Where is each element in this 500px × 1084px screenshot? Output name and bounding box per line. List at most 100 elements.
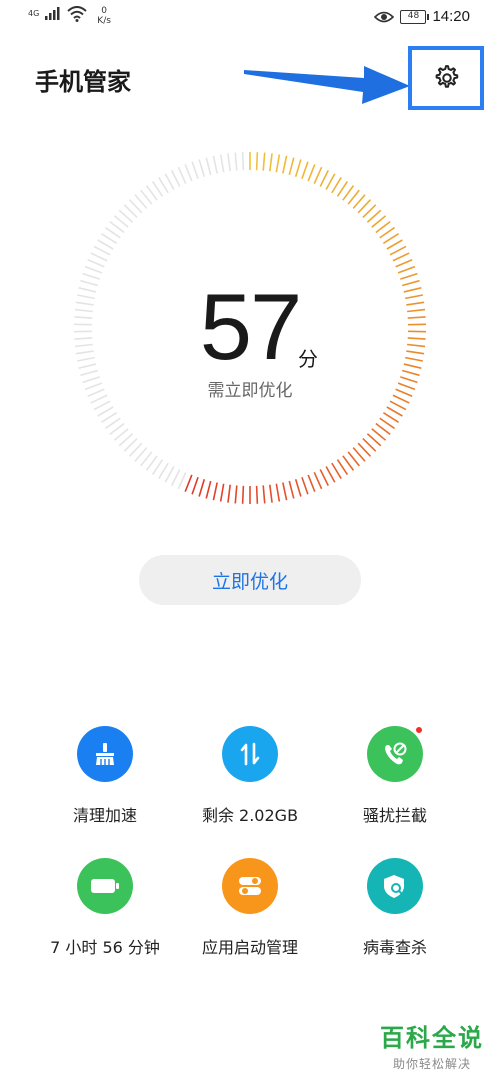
gauge-tick-filled <box>397 265 416 274</box>
status-bar: 4G 0 K/s 48 14:20 <box>0 0 500 36</box>
gauge-tick-track <box>184 164 193 182</box>
gauge-tick-track <box>140 451 153 467</box>
gauge-tick-filled <box>219 483 225 502</box>
feature-app-launch[interactable]: 应用启动管理 <box>175 858 325 958</box>
gauge-tick-filled <box>395 259 413 268</box>
battery-indicator: 48 <box>400 9 430 24</box>
gauge-tick-track <box>158 462 169 479</box>
feature-icon-bg <box>367 858 423 914</box>
gauge-tick-filled <box>375 220 391 234</box>
watermark-subtitle: 助你轻松解决 <box>392 1057 471 1071</box>
gauge-tick-filled <box>331 177 342 194</box>
feature-label: 骚扰拦截 <box>362 806 427 825</box>
gauge-tick-track <box>177 166 187 184</box>
broom-icon <box>96 743 114 765</box>
signal-icon <box>45 7 60 20</box>
feature-icon-bg <box>77 858 133 914</box>
shield-search-icon <box>384 875 404 898</box>
gauge-tick-filled <box>325 173 336 190</box>
gauge-tick-track <box>140 189 153 205</box>
feature-label: 应用启动管理 <box>201 938 298 957</box>
gauge-tick-track <box>97 406 114 417</box>
gauge-tick-filled <box>212 482 218 501</box>
feature-virus-scan[interactable]: 病毒查杀 <box>320 858 470 958</box>
gauge-tick-filled <box>382 411 400 423</box>
gauge-tick-filled <box>184 474 193 492</box>
gauge-tick-track <box>241 152 245 171</box>
app-launch-icon <box>239 877 261 895</box>
gauge-tick-track <box>82 272 100 280</box>
gauge-tick-filled <box>336 459 349 476</box>
watermark-logo: 百科全说 助你轻松解决 <box>372 1018 492 1072</box>
gauge-tick-track <box>90 252 108 262</box>
gauge-tick-filled <box>205 480 212 499</box>
page-title: 手机管家 <box>35 68 131 96</box>
feature-storage[interactable]: 剩余 2.02GB <box>175 726 325 826</box>
feature-label: 清理加速 <box>72 806 137 825</box>
gauge-tick-filled <box>307 164 316 182</box>
gauge-tick-filled <box>307 474 316 492</box>
gauge-tick-track <box>164 466 175 483</box>
optimize-now-button[interactable]: 立即优化 <box>139 555 361 605</box>
gauge-tick-filled <box>389 245 407 256</box>
watermark-title: 百科全说 <box>380 1024 484 1052</box>
gear-icon <box>435 65 459 88</box>
gauge-tick-filled <box>275 483 281 502</box>
gauge-tick-filled <box>191 476 199 495</box>
gauge-tick-filled <box>198 479 206 497</box>
score-unit: 分 <box>298 347 318 371</box>
gauge-tick-filled <box>392 252 410 262</box>
network-type: 4G <box>28 9 40 18</box>
gauge-tick-filled <box>275 154 281 173</box>
gauge-tick-filled <box>313 166 323 184</box>
data-transfer-icon <box>240 742 260 766</box>
score-value: 57 <box>199 274 303 379</box>
feature-harassment-block[interactable]: 骚扰拦截 <box>320 726 470 826</box>
score-status: 需立即优化 <box>207 381 293 401</box>
gauge-tick-track <box>93 245 111 256</box>
feature-icon-bg <box>222 726 278 782</box>
gauge-tick-filled <box>241 485 245 504</box>
settings-button[interactable] <box>408 46 484 110</box>
gauge-tick-filled <box>255 485 259 504</box>
annotation-arrow <box>244 66 410 104</box>
gauge-tick-filled <box>336 180 349 197</box>
gauge-tick-filled <box>375 422 391 436</box>
gauge-tick-filled <box>288 480 295 499</box>
gauge-tick-filled <box>331 462 342 479</box>
gauge-tick-track <box>87 259 105 268</box>
gauge-tick-filled <box>282 155 288 174</box>
notification-dot <box>415 726 423 734</box>
gauge-tick-track <box>151 180 164 197</box>
gauge-tick-track <box>151 459 164 476</box>
gauge-tick-track <box>212 155 218 174</box>
gauge-tick-filled <box>294 479 302 497</box>
gauge-tick-filled <box>294 159 302 177</box>
gauge-tick-filled <box>389 400 407 411</box>
gauge-tick-filled <box>313 472 323 490</box>
gauge-tick-track <box>84 265 103 274</box>
gauge-tick-track <box>234 152 238 171</box>
gauge-tick-track <box>105 226 121 239</box>
gauge-tick-track <box>105 417 121 430</box>
feature-battery[interactable]: 7 小时 56 分钟 <box>30 858 180 958</box>
gauge-tick-track <box>100 233 118 245</box>
gauge-tick-filled <box>319 169 329 187</box>
gauge-tick-filled <box>282 482 288 501</box>
gauge-tick-filled <box>301 161 309 180</box>
feature-clean-speedup[interactable]: 清理加速 <box>30 726 180 826</box>
gauge-tick-filled <box>227 484 231 503</box>
gauge-tick-track <box>109 422 125 436</box>
gauge-tick-track <box>198 159 206 177</box>
wifi-icon <box>67 6 87 22</box>
gauge-tick-filled <box>269 484 273 503</box>
gauge-tick-filled <box>255 152 259 171</box>
gauge-tick-track <box>145 455 158 471</box>
gauge-tick-track <box>93 400 111 411</box>
gauge-tick-filled <box>386 406 403 417</box>
gauge-tick-filled <box>234 485 238 504</box>
gauge-tick-track <box>171 169 181 187</box>
gauge-tick-track <box>97 239 114 250</box>
gauge-tick-filled <box>347 189 360 205</box>
gauge-tick-track <box>219 154 225 173</box>
